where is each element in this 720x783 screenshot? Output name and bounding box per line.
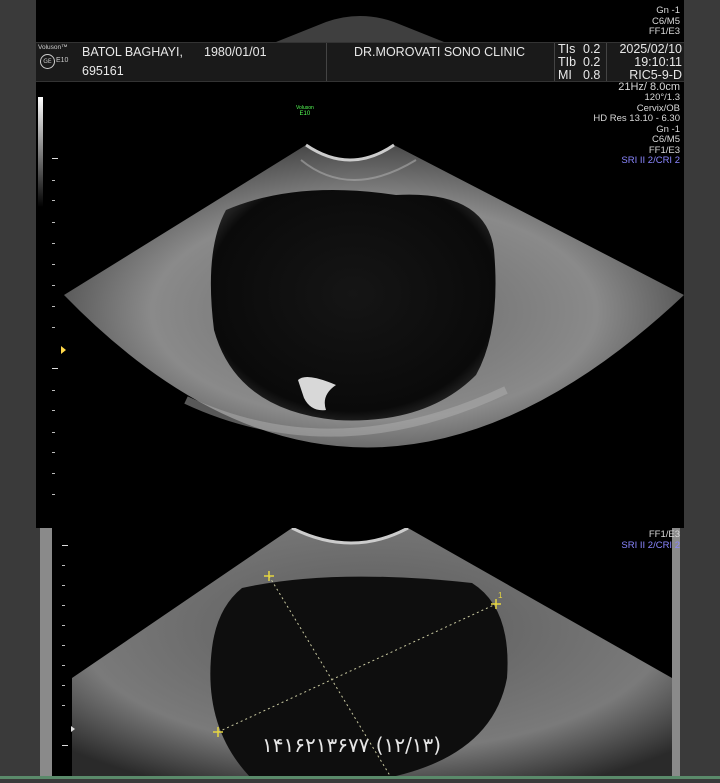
tib-value: 0.2	[583, 55, 601, 69]
bottom-params: FF1/E3 SRI II 2/CRI 2	[621, 529, 680, 551]
sri: SRI II 2/CRI 2	[621, 155, 680, 166]
focus-marker-icon	[61, 346, 66, 354]
patient-name: BATOL BAGHAYI,	[82, 45, 183, 59]
imaging-params: 21Hz/ 8.0cm 120°/1.3 Cervix/OB HD Res 13…	[593, 81, 680, 167]
probe-name: RIC5-9-D	[629, 68, 682, 82]
focus-marker-bottom-icon	[71, 726, 75, 732]
voluson-logo-text: Voluson™	[38, 44, 68, 51]
model-text: E10	[56, 57, 69, 64]
tis-label: TIs	[558, 42, 576, 56]
mi-value: 0.8	[583, 68, 601, 82]
hd-res: HD Res 13.10 - 6.30	[593, 113, 680, 124]
residual-params: Gn -1 C6/M5 FF1/E3	[648, 5, 680, 37]
gray-scale-bar	[38, 97, 43, 207]
ge-logo-icon: GE	[40, 54, 55, 69]
patient-header: Voluson™ GE E10 BATOL BAGHAYI, 1980/01/0…	[36, 42, 684, 82]
exam-time: 19:10:11	[634, 55, 682, 69]
angle: 120°/1.3	[644, 92, 681, 103]
tib-label: TIb	[558, 55, 577, 69]
overlay-caption: ۱۴۱۶۲۱۳۶۷۷ (۱۲/۱۳)	[262, 733, 442, 757]
clinic-name: DR.MOROVATI SONO CLINIC	[354, 45, 526, 59]
mi-label: MI	[558, 68, 572, 82]
exam-date: 2025/02/10	[619, 42, 682, 56]
tis-value: 0.2	[583, 42, 601, 56]
patient-id: 695161	[82, 64, 124, 78]
voluson-watermark: Voluson E10	[296, 105, 314, 117]
c-map: C6/M5	[652, 134, 680, 145]
caliper-label: 1	[498, 591, 503, 600]
patient-dob: 1980/01/01	[204, 45, 267, 59]
